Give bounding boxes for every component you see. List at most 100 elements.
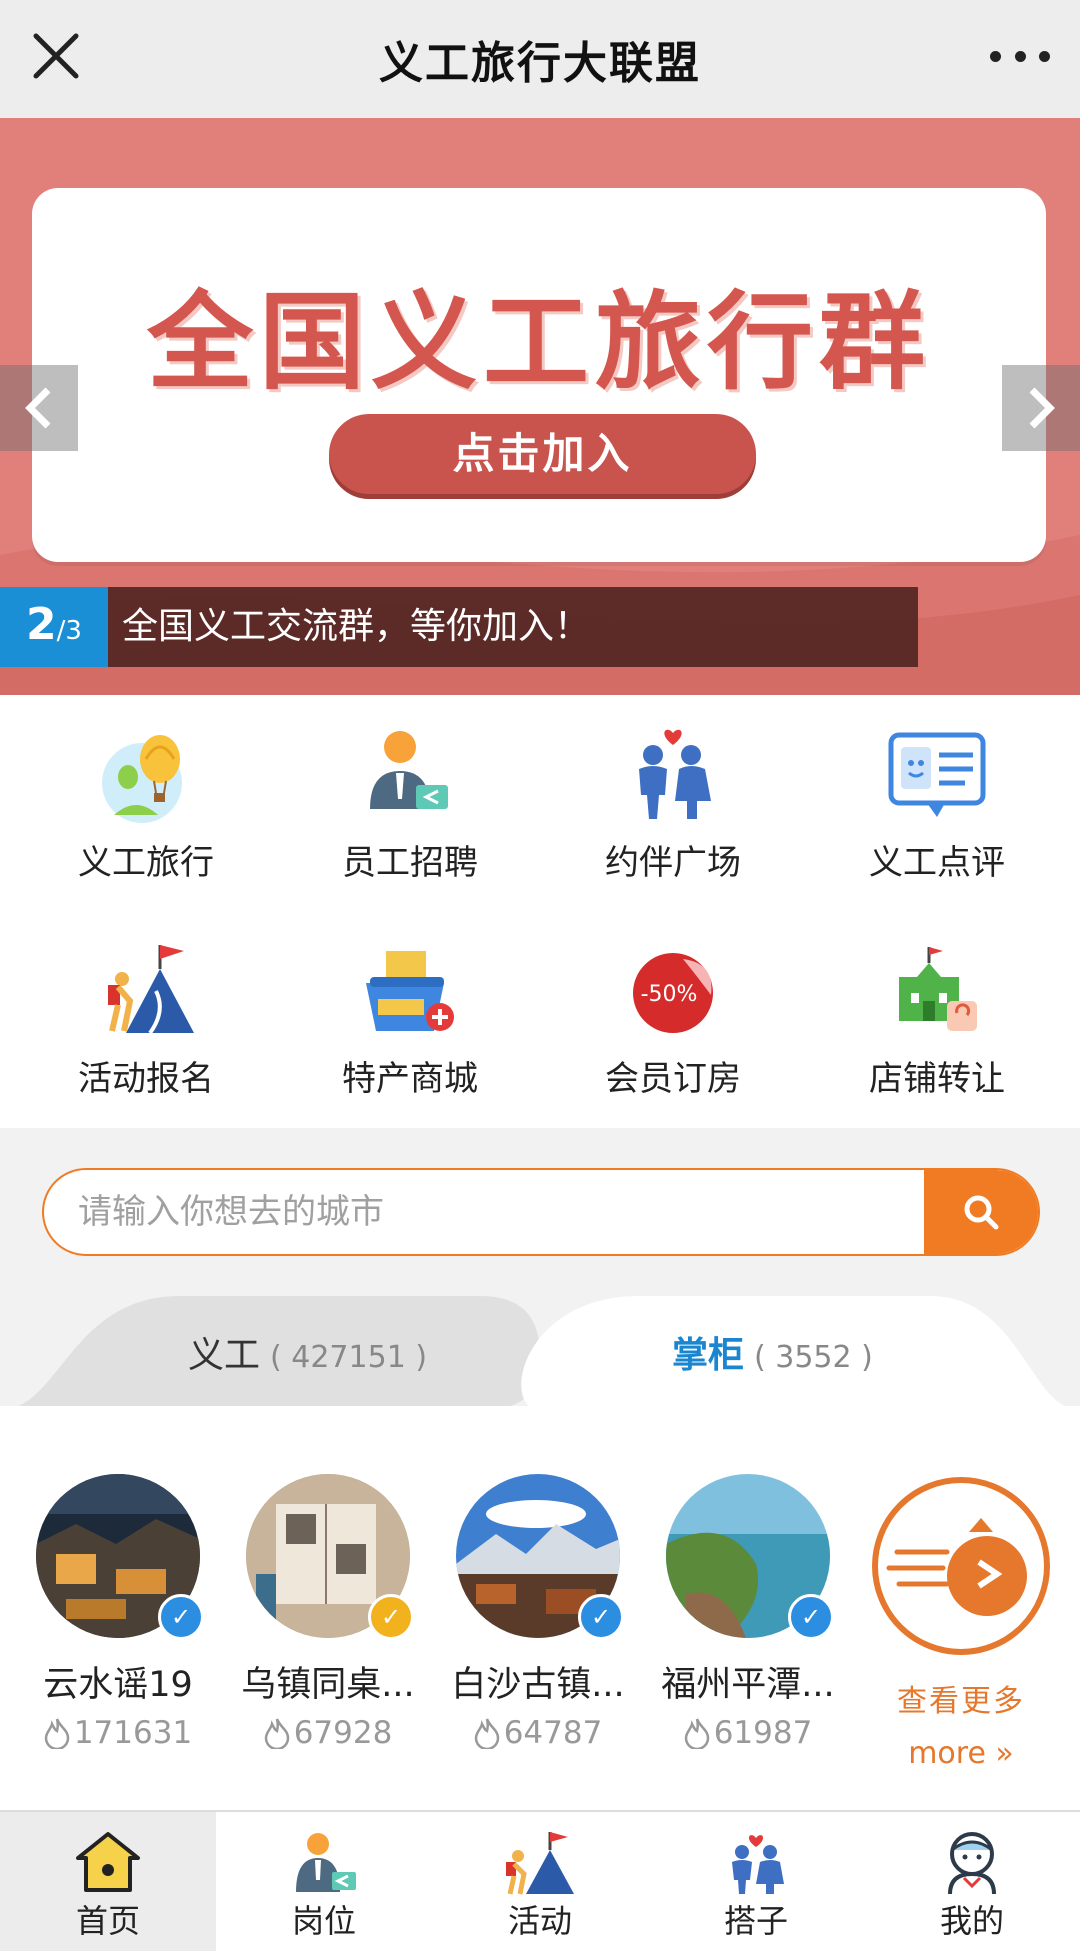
host-card[interactable]: ✓ 福州平潭... 61987 — [648, 1474, 848, 1751]
host-card[interactable]: ✓ 云水谣19 171631 — [18, 1474, 218, 1751]
chevron-left-icon — [25, 387, 51, 429]
nav-label: 我的 — [939, 1902, 1004, 1940]
banner-card: 全国义工旅行群 点击加入 — [32, 188, 1046, 562]
tab-hosts-count: ( 3552 ) — [754, 1340, 873, 1375]
tab-volunteers-label: 义工 — [188, 1335, 261, 1376]
heat-value: 64787 — [503, 1715, 603, 1751]
menu-item-specialty-mall[interactable]: 特产商城 — [275, 911, 545, 1111]
job-icon — [296, 1833, 356, 1892]
menu-item-label: 店铺转让 — [869, 1059, 1005, 1099]
shop-transfer-icon — [899, 947, 977, 1031]
menu-item-label: 义工旅行 — [78, 843, 214, 883]
search-input[interactable] — [44, 1170, 924, 1254]
tabs-shape — [0, 1296, 1080, 1410]
host-heat: 64787 — [438, 1715, 638, 1751]
banner-next-button[interactable] — [1002, 365, 1080, 451]
activity-icon — [506, 1832, 574, 1895]
host-heat: 67928 — [228, 1715, 428, 1751]
nav-activity[interactable]: 活动 — [432, 1812, 648, 1951]
nav-jobs[interactable]: 岗位 — [216, 1812, 432, 1951]
slide-total: /3 — [56, 616, 82, 646]
host-card[interactable]: ✓ 白沙古镇... 64787 — [438, 1474, 638, 1751]
bottom-nav: 首页 岗位 活动 搭子 我的 — [0, 1810, 1080, 1951]
verified-badge-icon: ✓ — [788, 1594, 834, 1640]
fire-icon — [44, 1718, 70, 1749]
fire-icon — [684, 1718, 709, 1749]
host-heat: 171631 — [18, 1715, 218, 1751]
host-list: ✓ 云水谣19 171631 ✓ 乌镇同桌... 67928 ✓ 白沙古镇...… — [0, 1410, 1080, 1810]
verified-badge-icon: ✓ — [368, 1594, 414, 1640]
verified-badge-icon: ✓ — [578, 1594, 624, 1640]
menu-item-volunteer-travel[interactable]: 义工旅行 — [11, 695, 281, 895]
host-card[interactable]: ✓ 乌镇同桌... 67928 — [228, 1474, 428, 1751]
page-title: 义工旅行大联盟 — [379, 38, 701, 89]
heat-value: 61987 — [713, 1715, 813, 1751]
host-name: 福州平潭... — [661, 1665, 835, 1705]
view-more-button[interactable]: 查看更多 more » — [866, 1474, 1056, 1771]
banner-caption: 2 /3 全国义工交流群，等你加入！ — [0, 587, 918, 667]
menu-item-companions[interactable]: 约伴广场 — [538, 695, 808, 895]
slide-current: 2 — [26, 599, 57, 650]
host-name: 云水谣19 — [43, 1665, 193, 1705]
host-name: 乌镇同桌... — [241, 1665, 415, 1705]
nav-home[interactable]: 首页 — [0, 1812, 216, 1951]
svg-text:-50%: -50% — [641, 982, 698, 1007]
chevron-right-icon — [1029, 387, 1055, 429]
tab-volunteers-count: ( 427151 ) — [270, 1340, 428, 1375]
partner-icon — [732, 1835, 784, 1894]
menu-item-activity-signup[interactable]: 活动报名 — [11, 911, 281, 1111]
nav-label: 岗位 — [291, 1902, 356, 1940]
menu-item-label: 义工点评 — [869, 843, 1005, 883]
tab-hosts[interactable]: 掌柜 ( 3552 ) — [672, 1326, 873, 1386]
companions-icon — [639, 729, 711, 819]
nav-partners[interactable]: 搭子 — [648, 1812, 864, 1951]
recruit-icon — [370, 731, 448, 809]
banner-headline: 全国义工旅行群 — [147, 281, 931, 404]
host-name: 白沙古镇... — [451, 1665, 625, 1705]
home-icon — [76, 1832, 140, 1892]
fire-icon — [264, 1718, 289, 1749]
banner-caption-text: 全国义工交流群，等你加入！ — [108, 587, 918, 667]
tab-volunteers[interactable]: 义工 ( 427151 ) — [188, 1326, 427, 1386]
user-type-tabs: 义工 ( 427151 ) 掌柜 ( 3552 ) — [0, 1296, 1080, 1410]
nav-label: 活动 — [507, 1902, 572, 1940]
heat-value: 171631 — [73, 1715, 193, 1751]
nav-label: 搭子 — [723, 1902, 788, 1940]
basket-icon — [366, 951, 454, 1031]
search-icon — [964, 1195, 999, 1230]
menu-item-review[interactable]: 义工点评 — [802, 695, 1072, 895]
menu-item-label: 约伴广场 — [605, 843, 741, 883]
banner-prev-button[interactable] — [0, 365, 78, 451]
menu-item-label: 员工招聘 — [342, 843, 478, 883]
join-button[interactable]: 点击加入 — [329, 414, 756, 494]
nav-label: 首页 — [75, 1902, 140, 1940]
view-more-label-en: more » — [908, 1736, 1014, 1771]
menu-item-label: 特产商城 — [342, 1059, 478, 1099]
slide-counter: 2 /3 — [0, 587, 108, 667]
menu-item-label: 会员订房 — [605, 1059, 741, 1099]
discount-sticker-icon: -50% — [633, 953, 713, 1033]
promo-banner[interactable]: 全国义工旅行群 点击加入 2 /3 全国义工交流群，等你加入！ — [0, 118, 1080, 695]
view-more-label: 查看更多 — [897, 1684, 1025, 1719]
profile-icon — [948, 1832, 996, 1895]
more-icon[interactable] — [990, 36, 1050, 76]
tab-hosts-label: 掌柜 — [672, 1335, 745, 1376]
money-bag-icon — [872, 1477, 1050, 1655]
feature-menu: 义工旅行 员工招聘 约伴广场 义工点评 活动报名 特产商城 -50% 会员订房 … — [0, 695, 1080, 1128]
close-icon[interactable] — [30, 30, 82, 82]
review-icon — [888, 732, 986, 817]
host-heat: 61987 — [648, 1715, 848, 1751]
menu-item-label: 活动报名 — [78, 1059, 214, 1099]
city-search — [42, 1168, 1040, 1256]
fire-icon — [474, 1718, 499, 1749]
menu-item-member-booking[interactable]: -50% 会员订房 — [538, 911, 808, 1111]
climb-flag-icon — [108, 945, 194, 1035]
verified-badge-icon: ✓ — [158, 1594, 204, 1640]
title-bar: 义工旅行大联盟 — [0, 0, 1080, 118]
balloon-icon — [102, 735, 182, 823]
search-button[interactable] — [924, 1170, 1038, 1254]
menu-item-shop-transfer[interactable]: 店铺转让 — [802, 911, 1072, 1111]
menu-item-recruit[interactable]: 员工招聘 — [275, 695, 545, 895]
heat-value: 67928 — [293, 1715, 393, 1751]
nav-profile[interactable]: 我的 — [864, 1812, 1080, 1951]
